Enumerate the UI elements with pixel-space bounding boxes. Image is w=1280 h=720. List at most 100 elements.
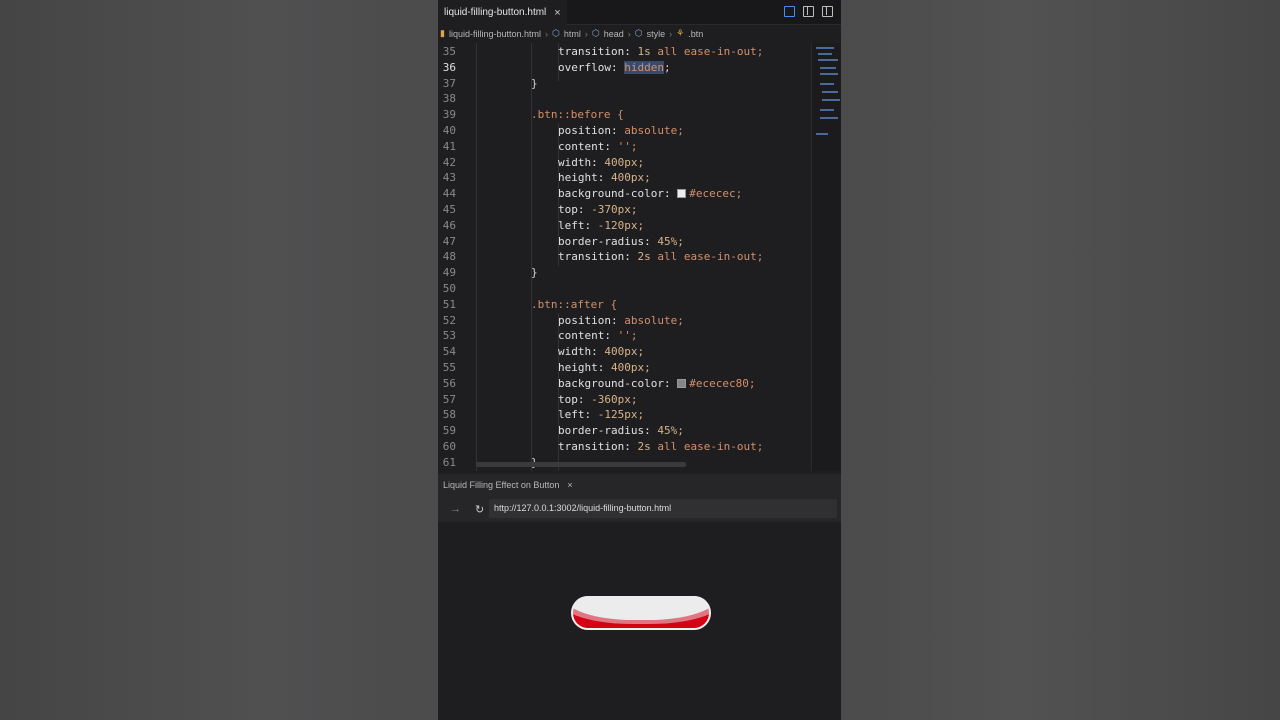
line-number: 51	[442, 297, 456, 311]
line-number: 38	[442, 92, 456, 106]
line-number: 60	[442, 440, 456, 453]
code-text: position: absolute;	[558, 313, 684, 327]
code-line[interactable]: 51 .btn::after {	[438, 297, 810, 313]
minimap-line	[820, 83, 834, 85]
code-text: height: 400px;	[558, 361, 651, 374]
preview-tab-title: Liquid Filling Effect on Button	[443, 480, 560, 490]
layout-icon[interactable]	[822, 6, 833, 17]
code-line[interactable]: 40 position: absolute;	[438, 123, 810, 139]
code-text: border-radius: 45%;	[558, 234, 684, 248]
element-icon: ⬡	[591, 28, 600, 38]
line-number: 57	[442, 392, 456, 406]
liquid-filling-button[interactable]	[571, 596, 711, 630]
minimap-line	[820, 117, 838, 119]
code-line[interactable]: 37}	[438, 76, 810, 92]
breadcrumb-item-style[interactable]: style	[647, 29, 666, 39]
color-swatch-icon[interactable]	[677, 189, 687, 199]
line-number: 43	[442, 171, 456, 185]
code-line[interactable]: 39 .btn::before {	[438, 107, 810, 123]
split-editor-icon[interactable]	[803, 6, 814, 17]
minimap-line	[816, 133, 828, 135]
code-line[interactable]: 57 top: -360px;	[438, 392, 810, 408]
toolbar-icons	[784, 6, 833, 17]
editor-tab-label: liquid-filling-button.html	[444, 7, 547, 18]
breadcrumb-item-html[interactable]: html	[564, 29, 581, 39]
breadcrumb-item-btn[interactable]: .btn	[688, 29, 703, 39]
element-icon: ⬡	[634, 28, 643, 38]
line-number: 52	[442, 313, 456, 327]
code-line[interactable]: 55 height: 400px;	[438, 360, 810, 376]
code-line[interactable]: 49}	[438, 265, 810, 281]
code-line[interactable]: 52 position: absolute;	[438, 313, 810, 329]
line-number: 45	[442, 203, 456, 216]
code-line[interactable]: 43 height: 400px;	[438, 170, 810, 186]
close-icon[interactable]: ×	[567, 480, 572, 490]
code-text: position: absolute;	[558, 124, 684, 137]
code-text: width: 400px;	[558, 155, 645, 169]
reload-icon[interactable]: ↻	[475, 503, 484, 516]
line-number: 53	[442, 329, 456, 343]
horizontal-scrollbar[interactable]	[476, 462, 686, 467]
html-file-icon: ▮	[440, 28, 445, 38]
code-line[interactable]: 48 transition: 2s all ease-in-out;	[438, 249, 810, 265]
breadcrumb: ▮ liquid-filling-button.html › ⬡ html › …	[438, 25, 841, 42]
code-line[interactable]: 50	[438, 281, 810, 297]
line-number: 56	[442, 376, 456, 390]
code-text: background-color: #ececec;	[558, 187, 743, 201]
editor-window: liquid-filling-button.html × ▮ liquid-fi…	[438, 0, 841, 720]
breadcrumb-item-head[interactable]: head	[604, 29, 624, 39]
editor-tab[interactable]: liquid-filling-button.html ×	[438, 0, 567, 25]
line-number: 48	[442, 250, 456, 264]
chevron-right-icon: ›	[669, 28, 673, 39]
arrow-right-icon[interactable]: →	[450, 503, 461, 515]
selector-icon: ⚘	[676, 28, 685, 38]
code-text: width: 400px;	[558, 345, 645, 359]
code-text: top: -370px;	[558, 203, 638, 216]
code-line[interactable]: 36 overflow: hidden;	[438, 60, 810, 76]
color-swatch-icon[interactable]	[677, 378, 687, 388]
background-left	[0, 0, 438, 720]
code-line[interactable]: 38	[438, 91, 810, 107]
code-text: }	[531, 266, 538, 280]
code-line[interactable]: 53 content: '';	[438, 328, 810, 344]
code-line[interactable]: 58 left: -125px;	[438, 407, 810, 423]
line-number: 59	[442, 424, 456, 438]
line-number: 44	[442, 187, 456, 201]
line-number: 49	[442, 266, 456, 280]
minimap[interactable]	[811, 43, 841, 471]
preview-panel: Liquid Filling Effect on Button × → ↻ ht…	[438, 474, 841, 720]
code-text: transition: 2s all ease-in-out;	[558, 440, 764, 453]
line-number: 36	[442, 60, 456, 74]
code-text: background-color: #ececec80;	[558, 376, 756, 390]
code-line[interactable]: 60 transition: 2s all ease-in-out;	[438, 439, 810, 455]
preview-tab[interactable]: Liquid Filling Effect on Button ×	[438, 474, 573, 496]
code-line[interactable]: 47 border-radius: 45%;	[438, 234, 810, 250]
code-line[interactable]: 59 border-radius: 45%;	[438, 423, 810, 439]
line-number: 37	[442, 76, 456, 90]
code-text: left: -125px;	[558, 408, 645, 422]
editor-tab-bar: liquid-filling-button.html ×	[438, 0, 841, 25]
code-editor[interactable]: 35 transition: 1s all ease-in-out; 36 overf…	[438, 43, 841, 471]
close-icon[interactable]: ×	[554, 7, 560, 19]
line-number: 47	[442, 234, 456, 248]
code-text: .btn::after {	[531, 297, 618, 311]
code-line[interactable]: 41 content: '';	[438, 139, 810, 155]
code-line[interactable]: 56 background-color: #ececec80;	[438, 376, 810, 392]
preview-icon[interactable]	[784, 6, 795, 17]
line-number: 58	[442, 408, 456, 422]
code-line[interactable]: 46 left: -120px;	[438, 218, 810, 234]
code-line[interactable]: 54 width: 400px;	[438, 344, 810, 360]
code-line[interactable]: 44 background-color: #ececec;	[438, 186, 810, 202]
code-line[interactable]: 35 transition: 1s all ease-in-out;	[438, 44, 810, 60]
url-input[interactable]: http://127.0.0.1:3002/liquid-filling-but…	[489, 499, 837, 518]
chevron-right-icon: ›	[584, 28, 588, 39]
code-line[interactable]: 45 top: -370px;	[438, 202, 810, 218]
url-row: → ↻ http://127.0.0.1:3002/liquid-filling…	[438, 499, 841, 519]
line-number: 39	[442, 108, 456, 122]
code-line[interactable]: 42 width: 400px;	[438, 155, 810, 171]
code-text: top: -360px;	[558, 392, 638, 406]
code-text: content: '';	[558, 139, 638, 153]
code-text: left: -120px;	[558, 218, 645, 232]
line-number: 40	[442, 124, 456, 137]
breadcrumb-item-file[interactable]: liquid-filling-button.html	[449, 29, 541, 39]
